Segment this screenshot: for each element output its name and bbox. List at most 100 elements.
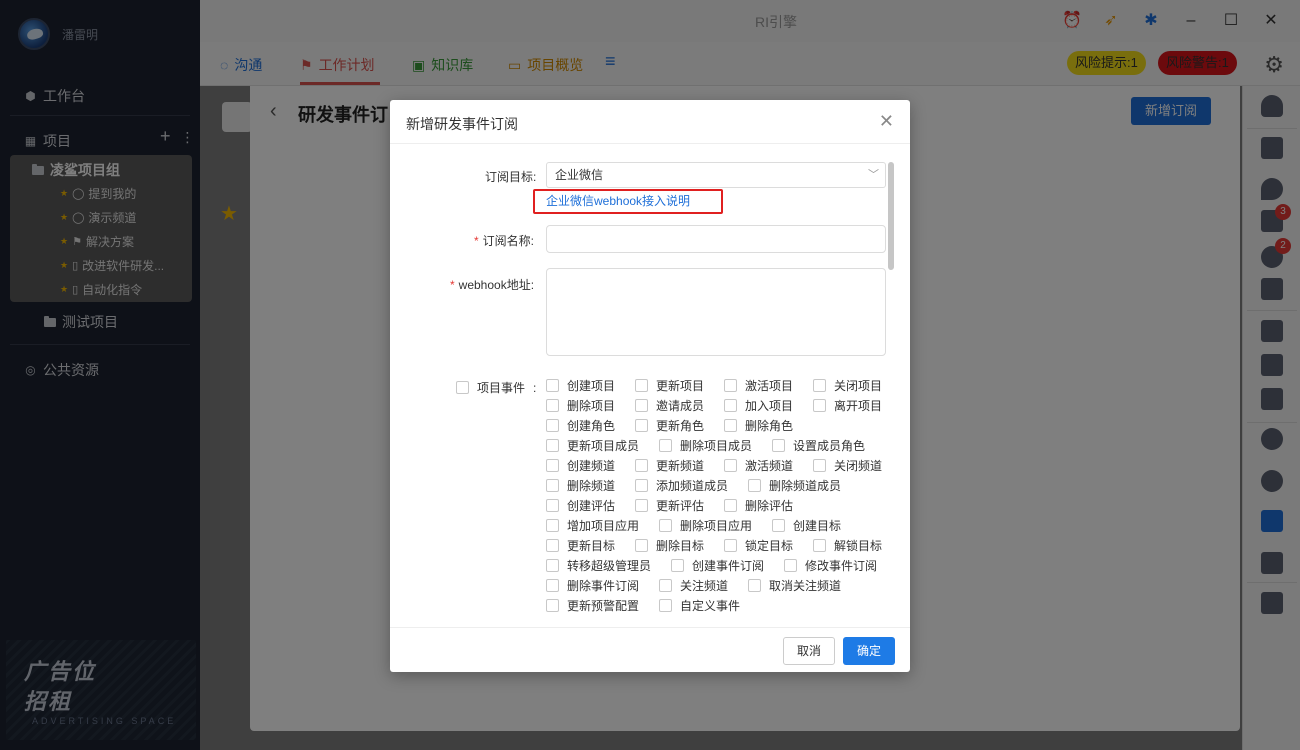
project-events-toggle[interactable]: 项目事件 : [456,379,536,396]
event-checkbox[interactable] [546,599,559,612]
event-checkbox[interactable] [671,559,684,572]
event-checkbox[interactable] [724,399,737,412]
event-label: 关闭频道 [834,459,883,473]
event-checkbox[interactable] [546,559,559,572]
event-checkbox-item[interactable]: 删除项目应用 [659,517,752,534]
event-checkbox[interactable] [659,599,672,612]
event-checkbox-item[interactable]: 创建项目 [546,377,615,394]
event-label: 关闭项目 [834,379,883,393]
event-checkbox[interactable] [772,439,785,452]
event-checkbox[interactable] [784,559,797,572]
event-checkbox[interactable] [724,499,737,512]
event-checkbox-item[interactable]: 添加频道成员 [635,477,728,494]
event-checkbox[interactable] [813,399,826,412]
event-checkbox-item[interactable]: 删除项目成员 [659,437,752,454]
event-checkbox-item[interactable]: 更新预警配置 [546,597,639,614]
event-checkbox-item[interactable]: 创建事件订阅 [671,557,764,574]
event-checkbox-item[interactable]: 创建角色 [546,417,615,434]
event-label: 取消关注频道 [769,579,842,593]
event-checkbox-item[interactable]: 取消关注频道 [748,577,841,594]
event-checkbox-item[interactable]: 创建评估 [546,497,615,514]
event-checkbox-item[interactable]: 加入项目 [724,397,793,414]
event-checkbox-item[interactable]: 解锁目标 [813,537,882,554]
confirm-button[interactable]: 确定 [843,637,895,665]
event-checkbox[interactable] [724,419,737,432]
event-checkbox-item[interactable]: 修改事件订阅 [784,557,877,574]
event-checkbox-item[interactable]: 创建目标 [772,517,841,534]
subscription-target-select[interactable]: 企业微信 ﹀ [546,162,886,188]
subscription-name-input[interactable] [546,225,886,253]
event-checkbox[interactable] [748,579,761,592]
event-checkbox[interactable] [546,499,559,512]
event-checkbox[interactable] [813,539,826,552]
event-checkbox[interactable] [635,539,648,552]
event-checkbox-item[interactable]: 转移超级管理员 [546,557,651,574]
event-checkbox-item[interactable]: 删除事件订阅 [546,577,639,594]
event-checkbox-item[interactable]: 设置成员角色 [772,437,865,454]
event-checkbox-item[interactable]: 删除频道成员 [748,477,841,494]
event-checkbox[interactable] [546,579,559,592]
event-checkbox-item[interactable]: 关闭频道 [813,457,882,474]
event-checkbox[interactable] [635,459,648,472]
event-checkbox-item[interactable]: 激活项目 [724,377,793,394]
event-checkbox-item[interactable]: 锁定目标 [724,537,793,554]
event-checkbox[interactable] [635,379,648,392]
cancel-button[interactable]: 取消 [783,637,835,665]
event-label: 添加频道成员 [656,479,729,493]
webhook-guide-link[interactable]: 企业微信webhook接入说明 [546,192,690,209]
event-checkbox[interactable] [748,479,761,492]
event-label: 离开项目 [834,399,883,413]
event-checkbox-item[interactable]: 激活频道 [724,457,793,474]
event-label: 创建频道 [567,459,616,473]
event-checkbox-item[interactable]: 离开项目 [813,397,882,414]
event-checkbox[interactable] [635,419,648,432]
event-checkbox-item[interactable]: 关注频道 [659,577,728,594]
event-checkbox[interactable] [546,379,559,392]
event-checkbox-item[interactable]: 删除角色 [724,417,793,434]
project-events-label: 项目事件 [477,381,526,395]
event-checkbox-item[interactable]: 创建频道 [546,457,615,474]
event-checkbox[interactable] [659,439,672,452]
event-checkbox-item[interactable]: 更新评估 [635,497,704,514]
project-events-checkbox[interactable] [456,381,469,394]
event-checkbox[interactable] [813,459,826,472]
event-checkbox[interactable] [635,399,648,412]
event-checkbox-item[interactable]: 关闭项目 [813,377,882,394]
event-label: 加入项目 [745,399,794,413]
event-checkbox[interactable] [546,519,559,532]
event-checkbox-item[interactable]: 删除评估 [724,497,793,514]
event-label: 创建项目 [567,379,616,393]
event-label: 删除事件订阅 [567,579,640,593]
event-checkbox[interactable] [546,399,559,412]
event-checkbox-item[interactable]: 更新角色 [635,417,704,434]
event-checkbox[interactable] [546,419,559,432]
event-checkbox-item[interactable]: 更新频道 [635,457,704,474]
event-checkbox[interactable] [813,379,826,392]
event-checkbox[interactable] [724,539,737,552]
event-checkbox[interactable] [772,519,785,532]
subscription-target-label: 订阅目标: [485,170,537,184]
event-checkbox[interactable] [546,539,559,552]
event-checkbox[interactable] [635,479,648,492]
event-checkbox-item[interactable]: 邀请成员 [635,397,704,414]
event-checkbox-item[interactable]: 删除频道 [546,477,615,494]
close-icon[interactable]: ✕ [879,111,894,132]
event-checkbox-item[interactable]: 更新目标 [546,537,615,554]
event-checkbox-item[interactable]: 删除目标 [635,537,704,554]
event-checkbox[interactable] [546,439,559,452]
event-checkbox[interactable] [546,479,559,492]
event-checkbox-item[interactable]: 更新项目 [635,377,704,394]
event-checkbox[interactable] [724,379,737,392]
event-checkbox[interactable] [659,579,672,592]
event-checkbox-item[interactable]: 自定义事件 [659,597,740,614]
event-label: 更新评估 [656,499,705,513]
event-checkbox[interactable] [659,519,672,532]
scrollbar[interactable] [888,162,894,270]
event-checkbox-item[interactable]: 删除项目 [546,397,615,414]
event-checkbox[interactable] [635,499,648,512]
event-checkbox-item[interactable]: 更新项目成员 [546,437,639,454]
event-checkbox[interactable] [724,459,737,472]
event-checkbox-item[interactable]: 增加项目应用 [546,517,639,534]
webhook-url-textarea[interactable] [546,268,886,356]
event-checkbox[interactable] [546,459,559,472]
